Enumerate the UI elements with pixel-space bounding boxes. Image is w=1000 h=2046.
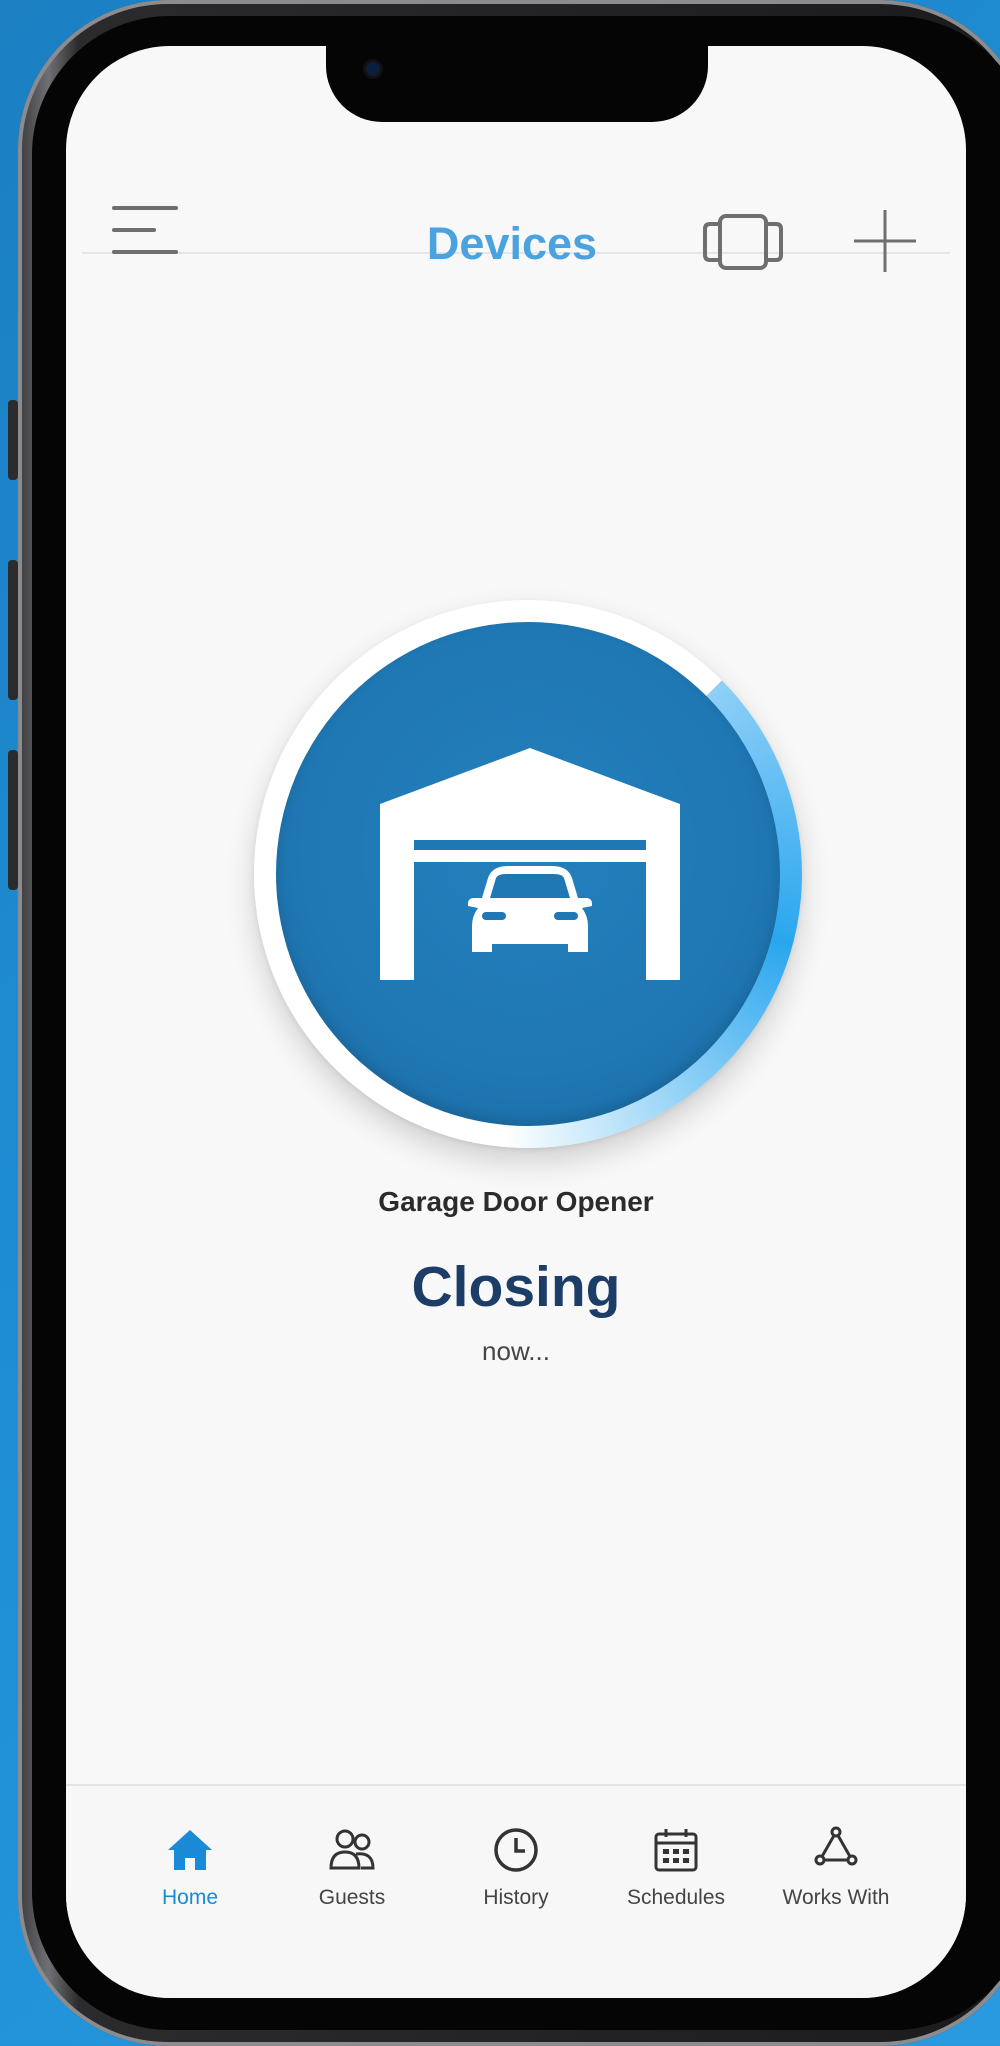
clock-icon: [494, 1828, 538, 1872]
add-plus-icon[interactable]: [852, 208, 918, 274]
front-camera: [366, 62, 380, 76]
tab-home[interactable]: Home: [110, 1786, 270, 1926]
device-name: Garage Door Opener: [378, 1186, 654, 1217]
tab-label: History: [483, 1886, 549, 1909]
device-status: Closing: [411, 1255, 621, 1319]
mute-switch: [8, 400, 18, 480]
page-title: Devices: [426, 218, 598, 269]
notch: [326, 46, 708, 122]
device-substatus: now...: [482, 1336, 550, 1366]
tab-label: Guests: [318, 1886, 386, 1909]
device-switch-icon[interactable]: [702, 214, 784, 270]
tab-label: Home: [161, 1886, 219, 1909]
tab-schedules[interactable]: Schedules: [596, 1786, 756, 1926]
garage-car-icon: [380, 748, 680, 980]
header-bar: Devices: [82, 166, 950, 272]
home-icon: [168, 1830, 212, 1870]
tab-history[interactable]: History: [436, 1786, 596, 1926]
app-screen: Devices Garage Door Opener Closing now..…: [66, 46, 966, 1998]
works-with-icon: [814, 1826, 858, 1866]
volume-up-button: [8, 560, 18, 700]
tab-label: Schedules: [626, 1886, 726, 1909]
guests-icon: [329, 1829, 375, 1870]
device-circle: [276, 622, 780, 1126]
volume-down-button: [8, 750, 18, 890]
garage-door-toggle-button[interactable]: [254, 600, 802, 1148]
calendar-icon: [654, 1829, 698, 1872]
tab-label: Works With: [782, 1886, 890, 1909]
tab-guests[interactable]: Guests: [272, 1786, 432, 1926]
bottom-tab-bar: Home Guests History Schedules Works With: [66, 1784, 966, 1998]
tab-works-with[interactable]: Works With: [756, 1786, 916, 1926]
